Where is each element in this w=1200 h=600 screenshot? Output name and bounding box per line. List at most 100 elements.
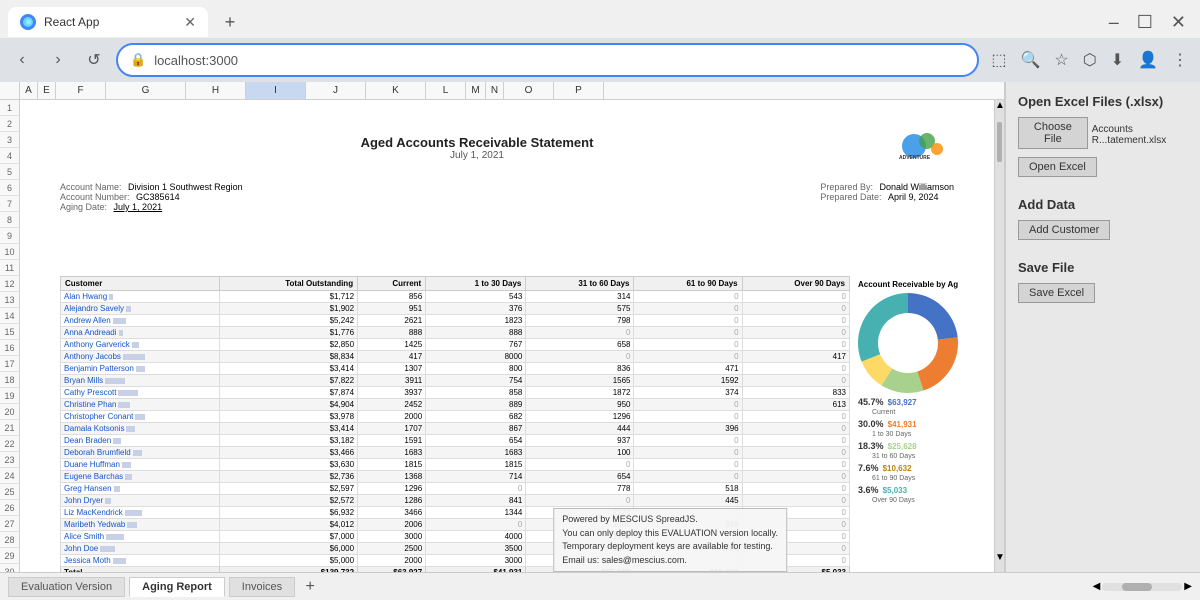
profile-icon[interactable]: 👤 <box>1134 46 1162 74</box>
col-header-l: L <box>426 82 466 99</box>
table-row: Deborah Brumfield$3,4661683168310000 <box>61 447 850 459</box>
open-excel-button[interactable]: Open Excel <box>1018 157 1097 177</box>
close-button[interactable]: ✕ <box>1165 12 1192 33</box>
report-logo: ADVENTURE WORKS <box>894 131 974 166</box>
table-row: Dean Braden$3,182159165493700 <box>61 435 850 447</box>
scroll-down-btn[interactable]: ▼ <box>995 552 1004 572</box>
report-content-area[interactable]: Aged Accounts Receivable Statement July … <box>20 100 994 572</box>
report-title-area: Aged Accounts Receivable Statement July … <box>60 135 894 161</box>
bookmark-icon[interactable]: ☆ <box>1050 46 1072 74</box>
cast-icon[interactable]: ⬚ <box>987 46 1010 74</box>
th-1-30: 1 to 30 Days <box>426 277 526 291</box>
eval-line2: You can only deploy this EVALUATION vers… <box>562 528 778 538</box>
open-excel-title: Open Excel Files (.xlsx) <box>1018 94 1188 109</box>
chart-title: Account Receivable by Ag <box>858 280 990 289</box>
bottom-area: Powered by MESCIUS SpreadJS. You can onl… <box>0 572 1200 600</box>
add-customer-button[interactable]: Add Customer <box>1018 220 1110 240</box>
report-meta-area: Account Name: Division 1 Southwest Regio… <box>20 180 994 228</box>
address-bar[interactable]: 🔒 localhost:3000 <box>116 43 979 77</box>
h-scrollbar[interactable]: ◀ ▶ <box>1093 581 1192 592</box>
h-scroll-track[interactable] <box>1102 583 1182 591</box>
prepared-date-row: Prepared Date: April 9, 2024 <box>820 192 954 202</box>
row-num-5: 5 <box>0 164 19 180</box>
search-icon[interactable]: 🔍 <box>1016 46 1044 74</box>
h-scroll-thumb[interactable] <box>1122 583 1152 591</box>
prepared-by-label: Prepared By: <box>820 182 873 192</box>
row-header-corner <box>0 82 20 99</box>
table-row: Alejandro Savely$1,90295137657500 <box>61 303 850 315</box>
choose-file-button[interactable]: Choose File <box>1018 117 1088 149</box>
legend-over-90: 3.6% $5,033 Over 90 Days <box>858 485 990 504</box>
prepared-by-value: Donald Williamson <box>879 182 954 192</box>
th-current: Current <box>358 277 426 291</box>
row-num-15: 15 <box>0 324 19 340</box>
account-number-value: GC385614 <box>136 192 180 202</box>
minimize-button[interactable]: – <box>1103 12 1125 33</box>
scroll-right-btn[interactable]: ▶ <box>1184 581 1192 592</box>
scroll-left-btn[interactable]: ◀ <box>1093 581 1101 592</box>
aging-date-value: July 1, 2021 <box>114 202 163 212</box>
table-row: Cathy Prescott$7,87439378581872374833 <box>61 387 850 399</box>
browser-tab[interactable]: ⚛ React App ✕ <box>8 7 208 37</box>
add-sheet-button[interactable]: + <box>299 576 321 598</box>
toolbar-actions: ⬚ 🔍 ☆ ⬡ ⬇ 👤 ⋮ <box>987 46 1192 74</box>
row-num-16: 16 <box>0 340 19 356</box>
lock-icon: 🔒 <box>130 52 146 68</box>
forward-button[interactable]: › <box>44 46 72 74</box>
prepared-date-value: April 9, 2024 <box>888 192 939 202</box>
table-row: Alan Hwang$1,71285654331400 <box>61 291 850 303</box>
row-numbers-col: 1 2 3 4 5 6 7 8 9 10 11 12 13 14 15 16 1… <box>0 100 20 572</box>
save-file-section: Save File Save Excel <box>1018 260 1188 307</box>
row-num-29: 29 <box>0 548 19 564</box>
menu-icon[interactable]: ⋮ <box>1168 46 1192 74</box>
account-name-label: Account Name: <box>60 182 122 192</box>
scroll-up-btn[interactable]: ▲ <box>995 100 1004 120</box>
th-total: Total Outstanding <box>219 277 357 291</box>
prepared-date-label: Prepared Date: <box>820 192 881 202</box>
add-data-section: Add Data Add Customer <box>1018 197 1188 244</box>
scroll-thumb[interactable] <box>997 122 1002 162</box>
table-header-row: Customer Total Outstanding Current 1 to … <box>61 277 850 291</box>
sidebar: Open Excel Files (.xlsx) Choose File Acc… <box>1005 82 1200 572</box>
report-date: July 1, 2021 <box>60 150 894 161</box>
row-num-4: 4 <box>0 148 19 164</box>
row-num-30: 30 <box>0 564 19 572</box>
row-num-11: 11 <box>0 260 19 276</box>
account-name-row: Account Name: Division 1 Southwest Regio… <box>60 182 243 192</box>
row-num-24: 24 <box>0 468 19 484</box>
bottom-bar: Evaluation Version Aging Report Invoices… <box>0 572 1200 600</box>
tab-evaluation-version[interactable]: Evaluation Version <box>8 577 125 597</box>
th-customer: Customer <box>61 277 220 291</box>
tab-aging-report[interactable]: Aging Report <box>129 577 225 597</box>
col-header-i: I <box>246 82 306 99</box>
new-tab-button[interactable]: + <box>216 8 244 36</box>
row-num-23: 23 <box>0 452 19 468</box>
vertical-scrollbar[interactable]: ▲ ▼ <box>994 100 1004 572</box>
table-row: Anna Andreadi$1,776888888000 <box>61 327 850 339</box>
maximize-button[interactable]: ☐ <box>1131 12 1159 33</box>
row-num-13: 13 <box>0 292 19 308</box>
row-num-12: 12 <box>0 276 19 292</box>
legend-61-90: 7.6% $10,632 61 to 90 Days <box>858 463 990 482</box>
account-number-label: Account Number: <box>60 192 130 202</box>
aging-date-label: Aging Date: <box>60 202 107 212</box>
save-excel-button[interactable]: Save Excel <box>1018 283 1095 303</box>
table-row: Bryan Mills$7,8223911754156515920 <box>61 375 850 387</box>
chart-legend: 45.7% $63,927 Current 30.0% $41,931 1 to… <box>858 397 990 504</box>
reload-button[interactable]: ↺ <box>80 46 108 74</box>
window-controls: – ☐ ✕ <box>1103 12 1192 33</box>
table-row: John Dryer$2,572128684104450 <box>61 495 850 507</box>
tab-close-icon[interactable]: ✕ <box>184 14 196 31</box>
file-info-row: Choose File Accounts R...tatement.xlsx <box>1018 117 1188 153</box>
table-row: Benjamin Patterson$3,41413078008364710 <box>61 363 850 375</box>
tab-invoices[interactable]: Invoices <box>229 577 295 597</box>
address-text[interactable]: localhost:3000 <box>154 53 965 68</box>
download-icon[interactable]: ⬇ <box>1107 46 1128 74</box>
row-num-17: 17 <box>0 356 19 372</box>
back-button[interactable]: ‹ <box>8 46 36 74</box>
extensions-icon[interactable]: ⬡ <box>1079 46 1101 74</box>
col-header-m: M <box>466 82 486 99</box>
col-header-n: N <box>486 82 504 99</box>
table-row: Christopher Conant$3,9782000682129600 <box>61 411 850 423</box>
svg-text:⚛: ⚛ <box>25 18 32 27</box>
